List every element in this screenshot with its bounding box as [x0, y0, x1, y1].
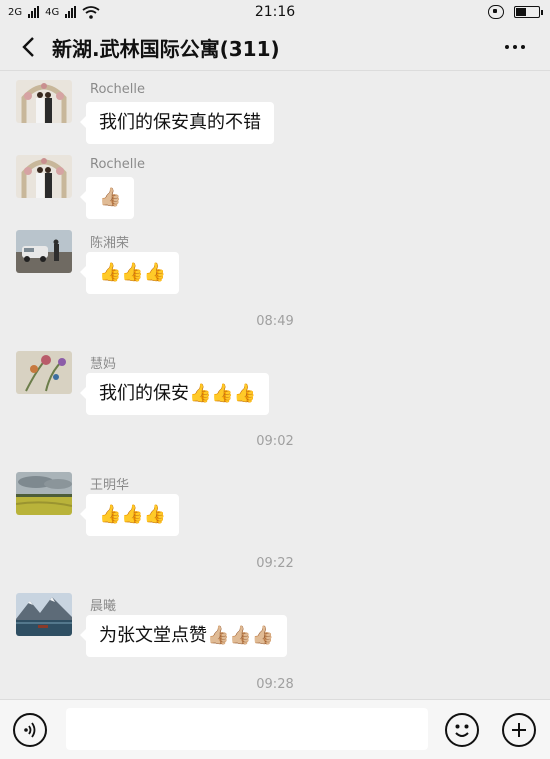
message-bubble[interactable]: 为张文堂点赞👍🏼👍🏼👍🏼 — [79, 615, 288, 657]
field-landscape-avatar[interactable] — [16, 472, 72, 515]
wedding-photo-avatar[interactable] — [16, 80, 72, 123]
smiley-icon — [455, 724, 469, 737]
chat-header: 新湖.武林国际公寓(311) — [0, 24, 550, 71]
timestamp: 09:22 — [256, 556, 294, 571]
sender-name: 王明华 — [90, 478, 130, 493]
message-bubble[interactable]: 👍🏼 — [79, 177, 135, 219]
more-functions-button[interactable] — [502, 713, 536, 747]
timestamp: 08:49 — [256, 314, 294, 329]
thumbs-up-icon: 👍 — [143, 262, 167, 283]
message-text: 我们的保安 — [99, 383, 189, 404]
sender-name: Rochelle — [90, 157, 146, 172]
wedding-photo-avatar[interactable] — [16, 155, 72, 198]
thumbs-up-icon: 👍 — [121, 504, 144, 525]
sender-name: 慧妈 — [90, 357, 117, 372]
mountain-lake-avatar[interactable] — [16, 593, 72, 636]
thumbs-up-icon: 👍 — [99, 504, 122, 525]
voice-input-button[interactable] — [13, 713, 47, 747]
chat-title: 新湖.武林国际公寓(311) — [52, 36, 280, 61]
thumbs-up-icon: 👍🏼 — [229, 625, 252, 646]
sender-name: 陈湘荣 — [90, 236, 130, 251]
flower-painting-avatar[interactable] — [16, 351, 72, 394]
thumbs-up-icon: 👍 — [233, 383, 257, 404]
thumbs-up-icon: 👍 — [99, 262, 122, 283]
status-bar: 2G 4G 21:16 — [0, 0, 550, 24]
thumbs-up-icon: 👍 — [211, 383, 234, 404]
status-right — [488, 5, 550, 19]
message-bubble[interactable]: 👍👍👍 — [79, 252, 180, 294]
message-text: 我们的保安真的不错 — [99, 112, 261, 133]
more-options-icon[interactable] — [490, 24, 540, 70]
sender-name: 晨曦 — [90, 599, 117, 614]
thumbs-up-icon: 👍 — [121, 262, 144, 283]
thumbs-up-icon: 👍🏼 — [99, 187, 122, 208]
thumbs-up-icon: 👍 — [143, 504, 167, 525]
emoji-button[interactable] — [445, 713, 479, 747]
timestamp: 09:28 — [256, 677, 294, 692]
thumbs-up-icon: 👍🏼 — [207, 625, 230, 646]
message-input[interactable] — [66, 708, 428, 750]
battery-icon — [514, 6, 543, 18]
message-bubble[interactable]: 我们的保安👍👍👍 — [79, 373, 270, 415]
plus-icon — [512, 723, 526, 737]
message-text: 为张文堂点赞 — [99, 625, 207, 646]
rotation-lock-icon — [488, 5, 504, 19]
sender-name: Rochelle — [90, 82, 146, 97]
network-4g-label: 4G — [45, 6, 60, 18]
signal-indicators: 2G 4G — [0, 5, 100, 19]
input-bar — [0, 699, 550, 759]
timestamp: 09:02 — [256, 434, 294, 449]
message-bubble[interactable]: 我们的保安真的不错 — [80, 102, 274, 144]
thumbs-up-icon: 👍 — [189, 383, 212, 404]
thumbs-up-icon: 👍🏼 — [251, 625, 275, 646]
car-photo-avatar[interactable] — [16, 230, 72, 273]
signal-1-icon — [28, 6, 40, 18]
signal-2-icon — [65, 6, 77, 18]
back-arrow-icon[interactable] — [8, 24, 48, 70]
message-bubble[interactable]: 👍👍👍 — [79, 494, 180, 536]
message-list[interactable]: Rochelle 我们的保安真的不错 Rochelle 👍🏼 陈湘荣 👍👍👍 0… — [0, 72, 550, 700]
wifi-icon — [82, 5, 100, 19]
voice-wave-icon — [24, 722, 36, 738]
network-2g-label: 2G — [8, 6, 23, 18]
